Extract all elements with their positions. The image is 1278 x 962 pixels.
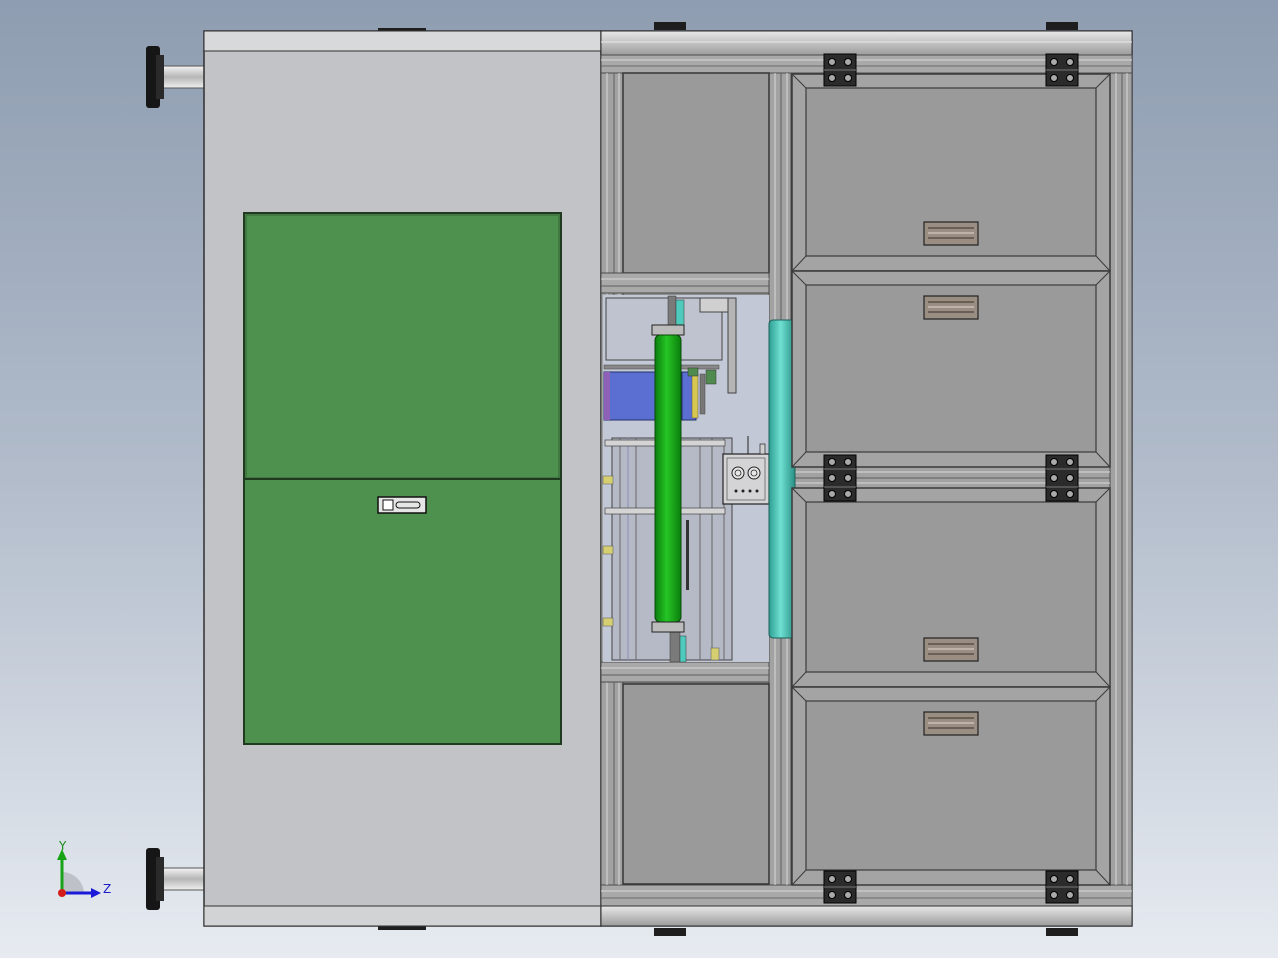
hinge-bracket-icon: [1045, 53, 1079, 87]
leveling-foot-top: [146, 46, 205, 108]
lower-left-panel: [600, 661, 770, 885]
drawer-handle-icon: [923, 711, 979, 736]
hinge-bracket-icon: [1045, 454, 1079, 502]
drawer-handle-icon: [923, 637, 979, 662]
guide-rail: [768, 319, 796, 639]
hinge-bracket-icon: [823, 870, 857, 904]
access-door: [243, 212, 562, 745]
leveling-foot-bottom: [146, 848, 205, 910]
drawer-handle-icon: [923, 295, 979, 320]
z-axis-label: Z: [103, 882, 111, 896]
hinge-bracket-icon: [823, 454, 857, 502]
door-latch-icon: [377, 496, 427, 514]
machine-drawing: Y Z: [57, 22, 1133, 936]
coordinate-triad: Y Z: [57, 839, 111, 898]
upper-left-panel: [600, 72, 770, 294]
y-axis-label: Y: [58, 839, 67, 853]
pneumatic-cylinder: [651, 324, 685, 633]
cad-viewport[interactable]: Y Z: [0, 0, 1278, 958]
hinge-bracket-icon: [1045, 870, 1079, 904]
motor-block: [603, 371, 697, 421]
drawer-handle-icon: [923, 221, 979, 246]
hinge-bracket-icon: [823, 53, 857, 87]
